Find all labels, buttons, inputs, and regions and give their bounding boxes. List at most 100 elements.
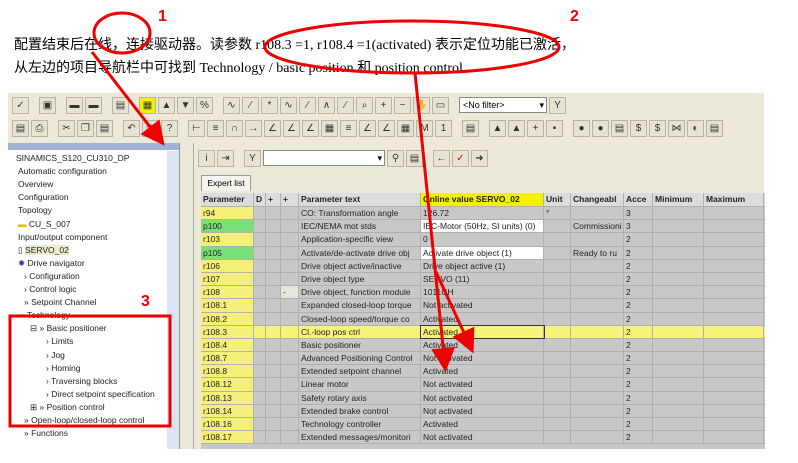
column-header[interactable]: D (254, 193, 266, 206)
column-header[interactable]: + (266, 193, 281, 206)
online-value-cell[interactable]: 1011CH (421, 286, 544, 299)
tool-icon[interactable]: ≡ (207, 119, 224, 137)
filter-select[interactable]: <No filter> (459, 97, 547, 113)
table-row[interactable]: p105 Activate/de-activate drive obj Activa… (201, 246, 765, 260)
tool-icon[interactable]: ∕ (299, 96, 316, 114)
expand-cell[interactable] (281, 246, 299, 259)
table-row[interactable]: r108.4 Basic positioner Activated 2 (201, 338, 765, 353)
expand-cell[interactable] (281, 378, 299, 391)
tool-icon[interactable]: ▪ (546, 119, 563, 137)
table-row[interactable]: r106 Drive object active/inactive Drive ob… (201, 259, 765, 273)
tool-icon[interactable]: ▤ (462, 119, 479, 137)
expand-cell[interactable] (281, 259, 299, 272)
download-icon[interactable]: ▲ (158, 96, 175, 114)
filter-icon[interactable]: Y (244, 149, 261, 167)
tree-item[interactable]: Configuration (18, 192, 69, 202)
online-value-cell[interactable]: Activated (420, 324, 545, 339)
expand-cell[interactable] (281, 352, 299, 365)
cut-icon[interactable]: ✂ (58, 119, 75, 137)
column-header[interactable]: + (281, 193, 299, 206)
tool-icon[interactable]: ▤ (706, 119, 723, 137)
tree-item[interactable]: ✹ Drive navigator (18, 258, 85, 269)
tool-icon[interactable]: ▦ (397, 119, 414, 137)
help-icon[interactable]: ? (161, 119, 178, 137)
table-row[interactable]: r108.14 Extended brake control Not activat… (201, 404, 765, 418)
tool-icon[interactable]: → (245, 119, 262, 137)
table-row[interactable]: r108.3 Cl.-loop pos ctrl Activated 2 (201, 324, 765, 339)
tool-icon[interactable]: ∠ (264, 119, 281, 137)
expand-cell[interactable] (281, 325, 299, 338)
tool-icon[interactable]: ◐ (687, 119, 704, 137)
hand-icon[interactable]: ✋ (413, 96, 430, 114)
table-row[interactable]: r108.16 Technology controller Activated 2 (201, 418, 765, 432)
column-header[interactable]: Unit (544, 193, 571, 206)
online-value-cell[interactable]: Not activated (421, 391, 544, 404)
tool-icon[interactable]: ∠ (359, 119, 376, 137)
column-header[interactable]: Changeabl (571, 193, 624, 206)
tool-icon[interactable]: ∠ (283, 119, 300, 137)
online-value-cell[interactable]: 126.72 (421, 207, 544, 220)
expand-cell[interactable] (281, 404, 299, 417)
export-icon[interactable]: ⇥ (217, 149, 234, 167)
navigator-scrollbar[interactable] (167, 151, 179, 449)
table-row[interactable]: r108 - Drive object, function module 1011CH… (201, 286, 765, 300)
tool-icon[interactable]: ▦ (321, 119, 338, 137)
step-icon[interactable]: 1 (435, 119, 452, 137)
tool-icon[interactable]: $ (630, 119, 647, 137)
tool-icon[interactable]: ● (592, 119, 609, 137)
tree-item[interactable]: Overview (18, 179, 53, 189)
tool-icon[interactable]: ● (573, 119, 590, 137)
redo-icon[interactable]: ↷ (142, 119, 159, 137)
tree-item[interactable]: Automatic configuration (18, 166, 107, 176)
expand-cell[interactable] (281, 391, 299, 404)
tool-icon[interactable]: ∩ (226, 119, 243, 137)
column-header[interactable]: Online value SERVO_02 (421, 193, 544, 206)
table-row[interactable]: r107 Drive object type SERVO (11) 2 (201, 272, 765, 287)
filter-edit-icon[interactable]: Y (549, 96, 566, 114)
tree-item[interactable]: › Direct setpoint specification (46, 389, 155, 399)
tool-icon[interactable]: + (527, 119, 544, 137)
tree-item[interactable]: » Open-loop/closed-loop control (24, 415, 145, 425)
zoom-out-icon[interactable]: − (394, 96, 411, 114)
tool-icon[interactable]: * (261, 96, 278, 114)
online-value-cell[interactable]: Not activated (421, 299, 544, 312)
info-icon[interactable]: i (198, 149, 215, 167)
table-row[interactable]: r94 CO: Transformation angle 126.72 ° 3 (201, 207, 765, 221)
tool-icon[interactable]: ∕ (337, 96, 354, 114)
print-icon[interactable]: ⎙ (31, 119, 48, 137)
tool-icon[interactable]: $ (649, 119, 666, 137)
column-header[interactable]: Maximum (704, 193, 764, 206)
expand-cell[interactable] (281, 418, 299, 431)
tool-icon[interactable]: ▭ (432, 96, 449, 114)
table-row[interactable]: p100 IEC/NEMA mot stds IEC-Motor (50Hz, SI… (201, 220, 765, 234)
expand-cell[interactable] (281, 312, 299, 325)
online-value-cell[interactable]: SERVO (11) (421, 272, 544, 286)
copy-icon[interactable]: ❐ (77, 119, 94, 137)
back-icon[interactable]: ← (433, 149, 450, 167)
tree-item[interactable]: Topology (18, 205, 52, 215)
online-value-cell[interactable]: Not activated (421, 404, 544, 417)
online-value-cell[interactable]: Activate drive object (1) (421, 246, 544, 259)
zoom-icon[interactable]: ⌕ (356, 96, 373, 114)
compare-icon[interactable]: ▤ (406, 149, 423, 167)
motor-icon[interactable]: M (416, 119, 433, 137)
tree-item[interactable]: ⊟ » Basic positioner (30, 323, 107, 334)
column-header[interactable]: Minimum (653, 193, 704, 206)
table-row[interactable]: r108.2 Closed-loop speed/torque co Activat… (201, 312, 765, 326)
expand-cell[interactable] (281, 431, 299, 444)
online-value-cell[interactable]: Not activated (421, 431, 544, 444)
check-icon[interactable]: ✓ (452, 149, 469, 167)
tool-icon[interactable]: ⋈ (668, 119, 685, 137)
upload-icon[interactable]: ▼ (177, 96, 194, 114)
column-header[interactable]: Parameter (201, 193, 254, 206)
online-value-cell[interactable]: Activated (421, 365, 544, 378)
online-value-cell[interactable]: 0 (421, 233, 544, 246)
connect-icon[interactable]: ▦ (139, 96, 156, 114)
tree-item[interactable]: › Limits (46, 336, 73, 346)
expand-cell[interactable] (281, 233, 299, 246)
online-value-cell[interactable]: Not activated (421, 352, 544, 365)
column-header[interactable]: Parameter text (299, 193, 421, 206)
column-header[interactable]: Acce (624, 193, 653, 206)
device-icon[interactable]: ▣ (39, 96, 56, 114)
online-value-cell[interactable]: Not activated (421, 378, 544, 391)
